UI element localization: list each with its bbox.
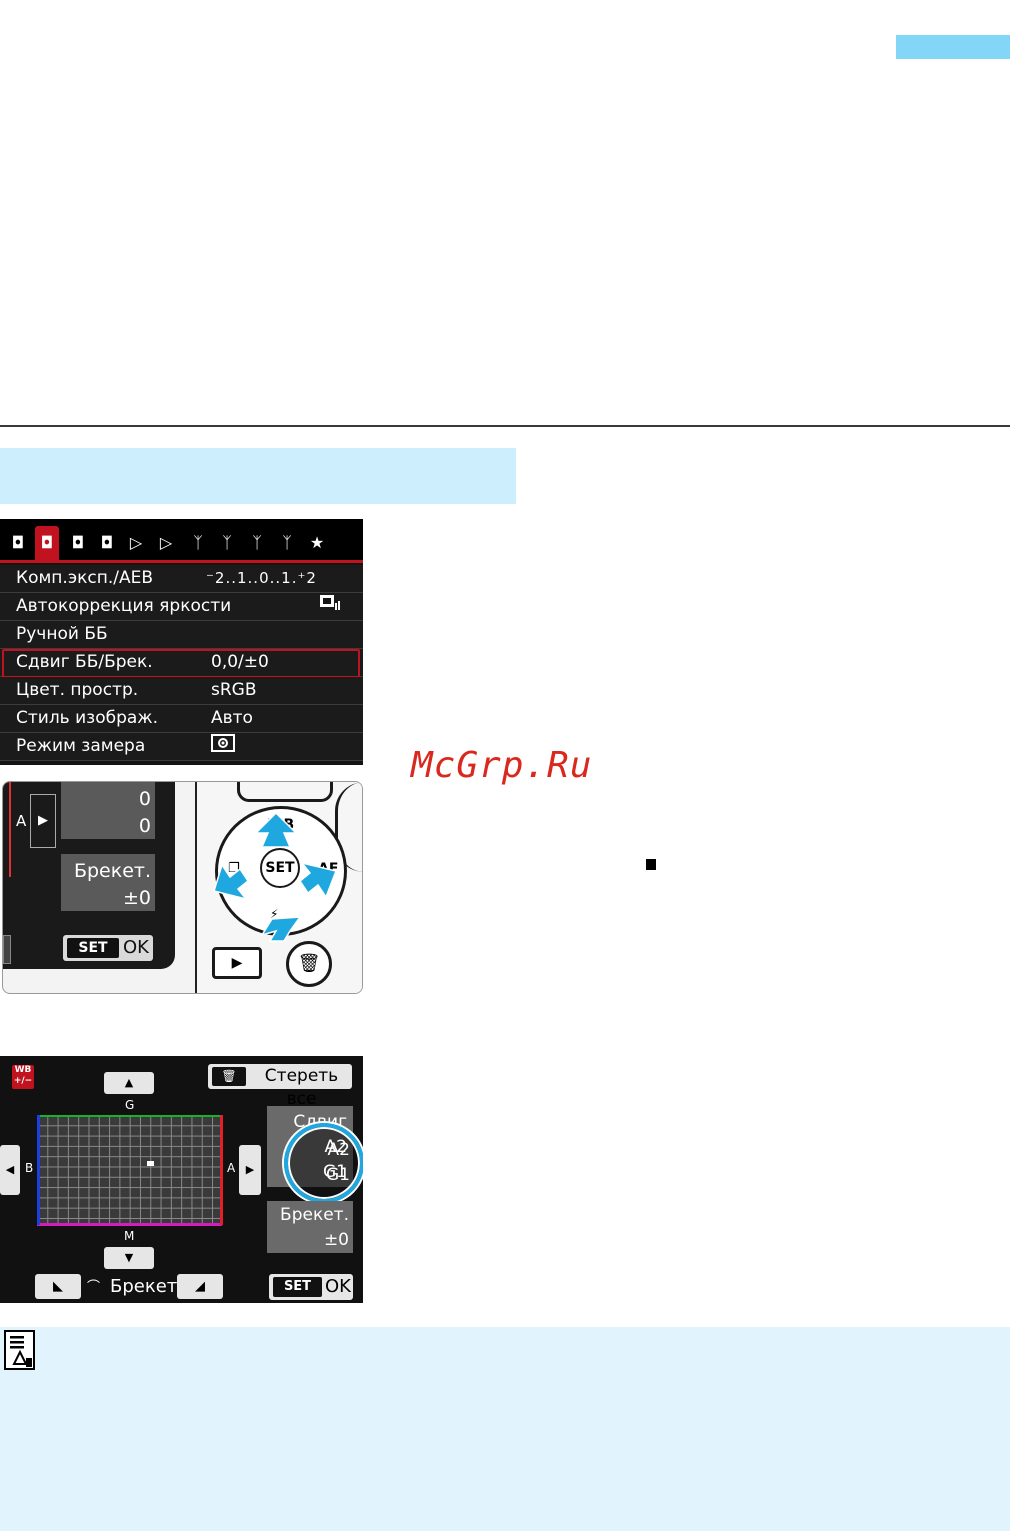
menu-item-label: Сдвиг ББ/Брек. (16, 652, 153, 672)
tab-bar-underline (0, 560, 363, 563)
lcd-set-label: SET (67, 938, 119, 958)
camera-lcd: A ▶ 0 0 Брекет. ±0 SET OK (3, 782, 175, 969)
menu-item-label: Стиль изображ. (16, 708, 159, 728)
menu-tab-bar: ◘ ◘ ◘ ◘ ▷ ▷ ᛉ ᛉ ᛉ ᛉ ★ (0, 519, 363, 563)
lcd-shift-val1: 0 (138, 788, 151, 810)
watermark: McGrp.Ru (411, 745, 593, 786)
menu-item-color-space[interactable]: Цвет. простр. sRGB (0, 677, 363, 705)
menu-item-exposure-comp[interactable]: Комп.эксп./AEB ⁻2..1..0..1.⁺2 (0, 565, 363, 593)
wb-shift-badge-icon: WB +/− (12, 1065, 34, 1089)
g-edge (37, 1115, 222, 1117)
metering-mode-icon (211, 734, 235, 760)
auto-lighting-optimizer-icon (319, 594, 341, 619)
down-arrow-button-icon[interactable]: ▼ (104, 1247, 154, 1269)
badge-bottom: +/− (13, 1076, 33, 1086)
lcd-bracket-val: ±0 (122, 887, 151, 909)
scale-edge (3, 782, 11, 877)
dial-left-icon[interactable]: ◣ (35, 1274, 81, 1299)
up-arrow-button-icon[interactable]: ▲ (104, 1072, 154, 1094)
lcd-a-label: A (16, 812, 27, 830)
lcd-bracket-box: Брекет. ±0 (61, 854, 155, 911)
menu-item-wb-shift-selected[interactable]: Сдвиг ББ/Брек. 0,0/±0 (0, 649, 363, 678)
menu-item-metering-mode[interactable]: Режим замера (0, 733, 363, 761)
dial-right-icon[interactable]: ◢ (177, 1274, 223, 1299)
set-label: SET (273, 1277, 322, 1297)
a-edge (220, 1115, 223, 1225)
camera-tab-1-icon[interactable]: ◘ (6, 532, 30, 554)
main-dial-icon: ⌒ (87, 1280, 101, 1295)
lcd-set-ok-button: SET OK (63, 935, 153, 961)
lcd-shift-val2: 0 (138, 815, 151, 837)
camera-tab-2-icon[interactable]: ◘ (35, 526, 59, 560)
lcd-shift-box: 0 0 (61, 782, 155, 839)
menu-item-custom-wb[interactable]: Ручной ББ (0, 621, 363, 649)
menu-item-auto-lighting[interactable]: Автокоррекция яркости (0, 593, 363, 621)
axis-m-label: M (124, 1229, 135, 1243)
b-edge (37, 1115, 40, 1225)
menu-item-picture-style[interactable]: Стиль изображ. Авто (0, 705, 363, 733)
menu-item-value: 0,0/±0 (211, 652, 269, 672)
setup-tab-1-icon[interactable]: ᛉ (186, 532, 210, 554)
lcd-bracket-label: Брекет. (73, 860, 151, 882)
left-arrow-button-icon[interactable]: ◀ (0, 1145, 20, 1195)
bracket-value-panel: Брекет. ±0 (267, 1201, 353, 1253)
setup-tab-4-icon[interactable]: ᛉ (275, 532, 299, 554)
lcd-left-button (3, 935, 11, 964)
playback-tab-2-icon[interactable]: ▷ (154, 532, 178, 554)
menu-item-label: Комп.эксп./AEB (16, 568, 154, 588)
menu-item-value: Авто (211, 708, 253, 728)
camera-menu-screen: ◘ ◘ ◘ ◘ ▷ ▷ ᛉ ᛉ ᛉ ᛉ ★ Комп.эксп./AEB ⁻2.… (0, 519, 363, 765)
playback-tab-1-icon[interactable]: ▷ (124, 532, 148, 554)
camera-back-photo: A ▶ 0 0 Брекет. ±0 SET OK WB AF ❐ ⚡ SET … (2, 781, 363, 994)
setup-tab-3-icon[interactable]: ᛉ (245, 532, 269, 554)
camera-tab-3-icon[interactable]: ◘ (66, 532, 90, 554)
bracket-dial-label: Брекет. (110, 1276, 184, 1297)
note-box (0, 1327, 1010, 1531)
menu-item-label: Автокоррекция яркости (16, 596, 232, 616)
bracket-value: ±0 (323, 1230, 349, 1250)
shift-a-value: A2 (324, 1137, 347, 1157)
ok-label: OK (325, 1276, 351, 1297)
top-button (237, 782, 333, 802)
right-arrow-button-icon[interactable]: ▶ (239, 1145, 261, 1195)
menu-item-label: Цвет. простр. (16, 680, 139, 700)
shift-value-panel: Сдвиг A2 G1 (267, 1106, 353, 1187)
menu-item-label: Ручной ББ (16, 624, 108, 644)
set-ok-button[interactable]: SET OK (269, 1274, 353, 1300)
m-edge (37, 1223, 222, 1226)
lcd-right-arrow-icon: ▶ (30, 794, 56, 848)
clear-all-button[interactable]: 🗑 Стереть все (208, 1064, 352, 1109)
bullet-marker (646, 859, 656, 870)
trash-icon: 🗑 (212, 1067, 246, 1086)
badge-top: WB (14, 1065, 32, 1075)
trash-button-icon[interactable]: 🗑 (286, 941, 332, 987)
playback-button-icon[interactable]: ▶ (212, 947, 262, 979)
axis-b-label: B (25, 1161, 34, 1175)
setup-tab-2-icon[interactable]: ᛉ (215, 532, 239, 554)
note-memo-icon (4, 1330, 35, 1370)
wb-shift-point (146, 1161, 154, 1167)
menu-item-value: sRGB (211, 680, 257, 700)
wb-shift-screen: WB +/− ▲ 🗑 Стереть все G M B A ◀ ▶ ▼ Сдв… (0, 1056, 363, 1303)
axis-a-label: A (227, 1161, 236, 1175)
section-heading-band (0, 448, 516, 504)
lcd-ok-label: OK (123, 937, 149, 958)
clear-all-label: Стереть все (264, 1066, 339, 1109)
axis-g-label: G (125, 1098, 135, 1112)
bracket-label: Брекет. (280, 1205, 349, 1225)
direction-arrows (213, 811, 338, 942)
wb-shift-grid[interactable] (37, 1115, 223, 1226)
section-tab (896, 35, 1010, 59)
my-menu-star-icon[interactable]: ★ (305, 532, 329, 554)
shift-g-value: G1 (323, 1162, 347, 1182)
section-divider (0, 425, 1010, 427)
camera-tab-4-icon[interactable]: ◘ (95, 532, 119, 554)
exposure-scale: ⁻2..1..0..1.⁺2 (206, 569, 317, 587)
menu-item-label: Режим замера (16, 736, 146, 756)
